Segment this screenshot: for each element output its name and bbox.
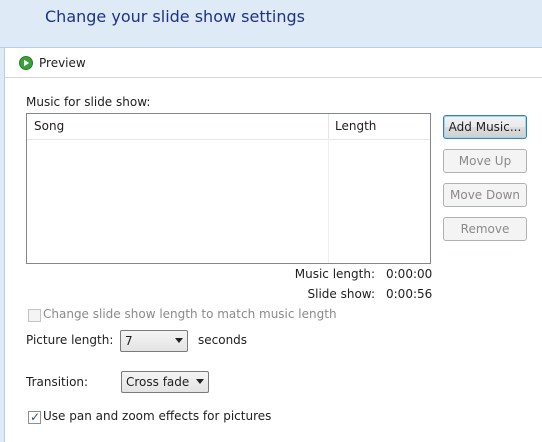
checkmark-icon: ✓ xyxy=(30,410,41,424)
play-circle-icon xyxy=(19,56,33,70)
chevron-down-icon xyxy=(175,338,183,343)
column-header-song[interactable]: Song xyxy=(27,114,334,139)
header-bar: Change your slide show settings xyxy=(0,0,542,48)
transition-label: Transition: xyxy=(26,375,89,389)
match-music-length-checkbox[interactable] xyxy=(28,309,41,322)
music-length-value: 0:00:00 xyxy=(386,267,433,281)
picture-length-label: Picture length: xyxy=(26,333,114,347)
slide-show-length-value: 0:00:56 xyxy=(386,287,433,301)
chevron-down-icon xyxy=(196,379,204,384)
music-length-label: Music length: xyxy=(294,267,375,281)
column-header-length[interactable]: Length xyxy=(328,114,437,139)
slide-show-length-label: Slide show: xyxy=(307,287,376,301)
picture-length-value: 7 xyxy=(125,334,133,348)
music-list[interactable]: Song Length xyxy=(26,113,431,264)
picture-length-select[interactable]: 7 xyxy=(120,330,188,352)
pan-zoom-label: Use pan and zoom effects for pictures xyxy=(43,409,272,423)
transition-select[interactable]: Cross fade xyxy=(121,371,209,393)
column-divider xyxy=(328,139,329,263)
page-title: Change your slide show settings xyxy=(45,7,305,26)
move-up-button[interactable]: Move Up xyxy=(443,149,527,173)
toolbar: Preview xyxy=(5,48,542,78)
add-music-button[interactable]: Add Music... xyxy=(443,115,527,139)
seconds-label: seconds xyxy=(198,333,248,347)
music-section-label: Music for slide show: xyxy=(26,95,151,109)
match-music-length-label: Change slide show length to match music … xyxy=(43,307,337,321)
preview-button[interactable]: Preview xyxy=(19,54,86,72)
remove-button[interactable]: Remove xyxy=(443,217,527,241)
preview-label: Preview xyxy=(39,56,86,70)
pan-zoom-checkbox[interactable]: ✓ xyxy=(28,410,41,424)
music-list-header: Song Length xyxy=(27,114,430,140)
left-frame-edge xyxy=(0,48,5,442)
transition-value: Cross fade xyxy=(126,375,190,389)
move-down-button[interactable]: Move Down xyxy=(443,183,527,207)
